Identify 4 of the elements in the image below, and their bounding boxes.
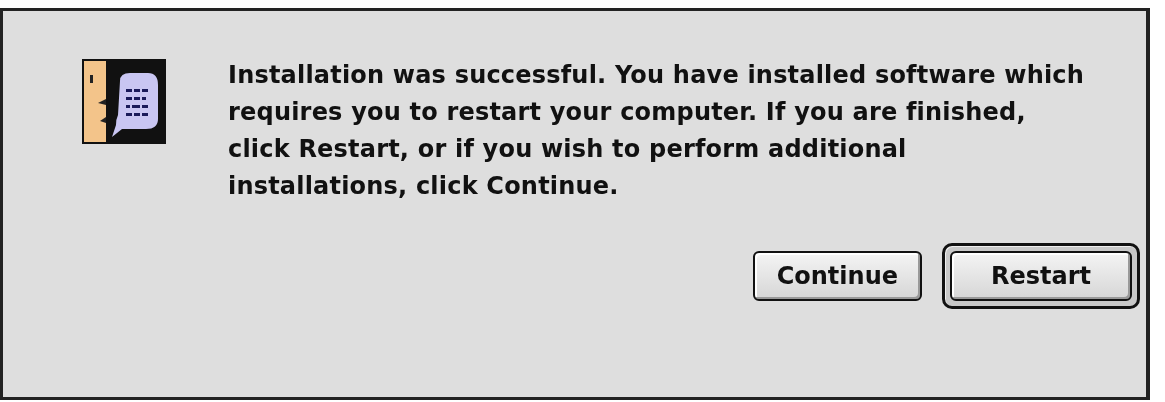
face-speech-bubble-icon [82,59,166,144]
alert-message: Installation was successful. You have installed software which requires you to restart your computer. If you are finished, click Restart, or if you wish to perform additional installations, click Continue. [228,60,1086,202]
dialog-button[interactable]: Continue [752,251,922,301]
dialog-button[interactable]: Restart [950,251,1132,301]
